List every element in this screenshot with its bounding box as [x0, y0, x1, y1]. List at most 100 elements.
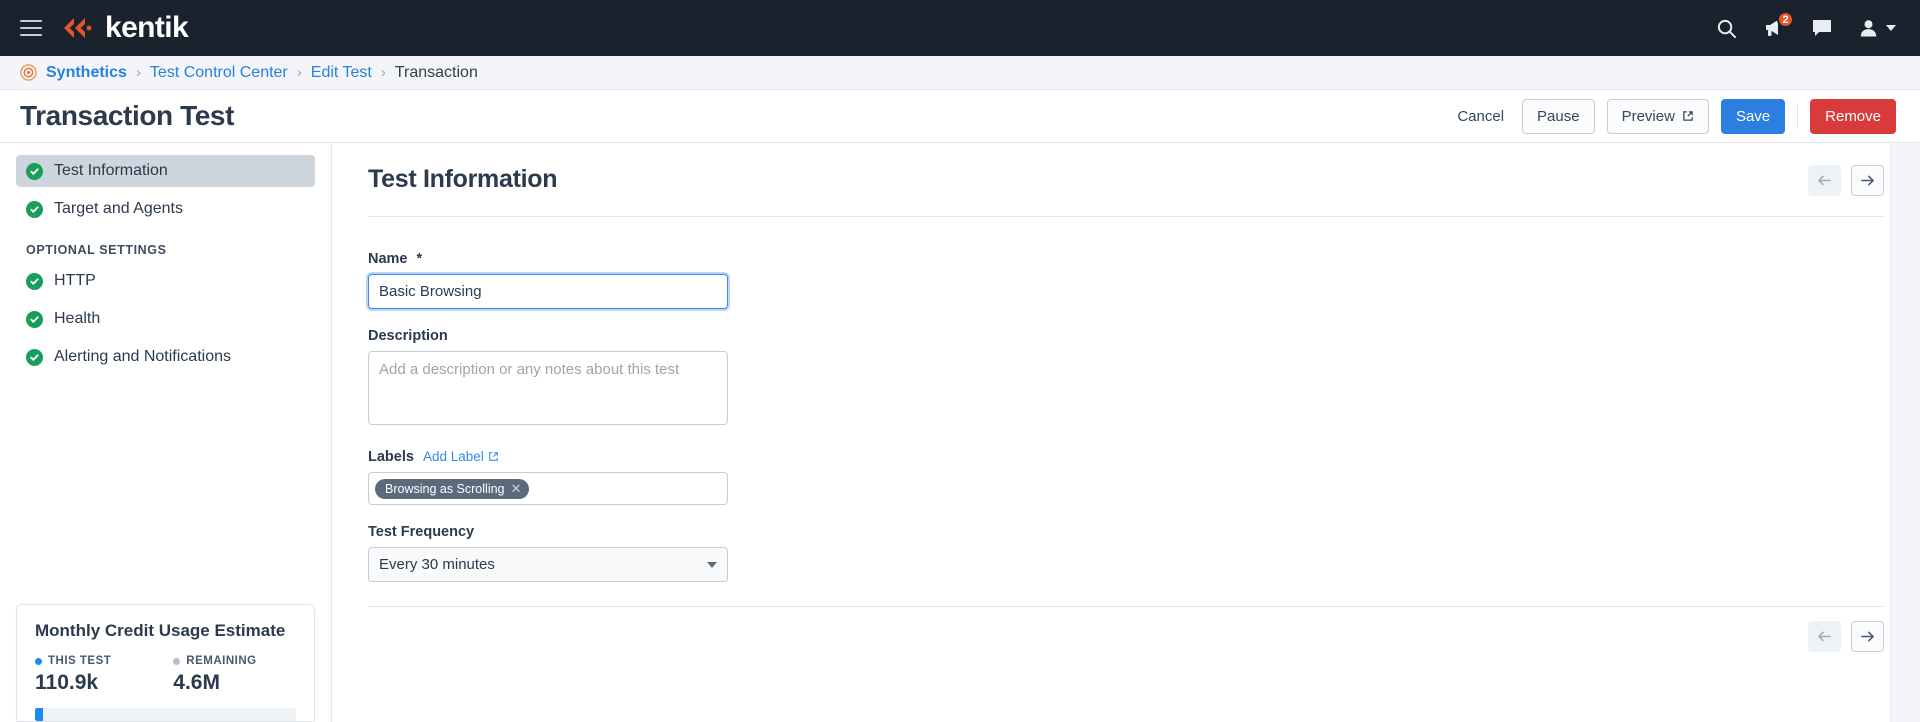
sidebar-item-label: Health — [54, 310, 101, 327]
breadcrumb-item-transaction: Transaction — [394, 63, 478, 81]
chevron-down-icon — [1886, 25, 1896, 31]
remaining-color-dot — [173, 657, 181, 665]
section-nav-arrows-bottom — [332, 607, 1920, 652]
cancel-button[interactable]: Cancel — [1451, 100, 1510, 133]
credit-stat-remaining-label: REMAINING — [186, 655, 257, 667]
breadcrumb-separator: › — [296, 64, 302, 81]
name-input[interactable] — [368, 274, 728, 309]
remove-label-icon[interactable]: ✕ — [511, 482, 522, 495]
sidebar-item-http[interactable]: HTTP — [16, 265, 315, 297]
section-title: Test Information — [368, 165, 558, 193]
credit-stat-this-test-label-row: THIS TEST — [35, 655, 111, 667]
search-icon[interactable] — [1716, 18, 1737, 39]
test-frequency-label-text: Test Frequency — [368, 524, 475, 540]
field-description: Description — [368, 328, 728, 430]
save-button[interactable]: Save — [1720, 98, 1786, 134]
test-frequency-select-wrapper: Every 30 minutes — [368, 547, 728, 582]
credit-stat-this-test-value: 110.9k — [35, 671, 99, 694]
preview-button-label: Preview — [1621, 107, 1675, 125]
description-label-text: Description — [368, 328, 448, 344]
credit-card-title: Monthly Credit Usage Estimate — [35, 621, 286, 640]
label-tag: Browsing as Scrolling ✕ — [375, 478, 530, 499]
external-link-icon — [488, 452, 498, 461]
check-circle-icon — [26, 310, 43, 328]
credit-stat-remaining: REMAINING 4.6M — [173, 655, 256, 695]
test-information-form: Name * Description Labels Add Label — [368, 217, 728, 582]
brand-name: kentik — [105, 11, 189, 44]
section-nav-arrows-top — [1808, 165, 1884, 196]
description-textarea[interactable] — [368, 351, 728, 425]
page-title: Transaction Test — [20, 100, 235, 131]
label-tag-text: Browsing as Scrolling — [385, 481, 505, 496]
sidebar-item-health[interactable]: Health — [16, 303, 315, 335]
sidebar-item-test-information[interactable]: Test Information — [16, 155, 315, 187]
next-section-button-bottom[interactable] — [1851, 621, 1884, 652]
breadcrumb-item-synthetics[interactable]: Synthetics — [46, 64, 127, 82]
sidebar-item-alerting-and-notifications[interactable]: Alerting and Notifications — [16, 341, 315, 373]
labels-label: Labels Add Label — [368, 449, 728, 465]
sidebar-item-target-and-agents[interactable]: Target and Agents — [16, 193, 315, 225]
breadcrumb-separator: › — [135, 64, 141, 81]
field-name: Name * — [368, 251, 728, 309]
field-labels: Labels Add Label Browsing as Scrolling ✕ — [368, 449, 728, 505]
breadcrumb-separator: › — [380, 64, 386, 81]
labels-label-text: Labels — [368, 449, 414, 465]
hamburger-icon[interactable] — [20, 20, 42, 36]
external-link-icon — [1683, 111, 1693, 121]
next-section-button[interactable] — [1851, 165, 1884, 196]
check-circle-icon — [26, 200, 43, 218]
user-avatar-icon — [1860, 20, 1877, 37]
breadcrumb: Synthetics › Test Control Center › Edit … — [0, 56, 1920, 90]
name-label: Name * — [368, 251, 728, 267]
right-rail — [1890, 143, 1920, 722]
preview-button[interactable]: Preview — [1606, 98, 1709, 134]
pause-button[interactable]: Pause — [1522, 98, 1595, 134]
user-menu[interactable] — [1859, 18, 1896, 38]
section-test-information: Test Information Name * Basic Browsing D… — [332, 143, 1920, 582]
main-content: Test Information Name * Basic Browsing D… — [332, 143, 1920, 722]
check-circle-icon — [26, 162, 43, 180]
remove-button[interactable]: Remove — [1810, 98, 1896, 134]
required-mark: * — [416, 251, 423, 267]
top-navigation-bar: kentik 2 — [0, 0, 1920, 56]
check-circle-icon — [26, 348, 43, 366]
add-label-link-text: Add Label — [422, 449, 484, 464]
synthetics-icon — [20, 64, 37, 81]
test-frequency-label: Test Frequency — [368, 524, 728, 540]
test-frequency-select[interactable]: Every 30 minutes — [368, 547, 728, 582]
sidebar-group-title-optional-settings: OPTIONAL SETTINGS — [26, 243, 167, 257]
megaphone-icon[interactable]: 2 — [1763, 11, 1794, 38]
check-circle-icon — [26, 272, 43, 290]
sidebar-item-label: HTTP — [54, 272, 96, 289]
kentik-logo[interactable]: kentik — [62, 11, 189, 44]
kentik-logo-mark — [64, 18, 92, 38]
sidebar-item-label: Alerting and Notifications — [54, 348, 231, 365]
breadcrumb-item-edit-test[interactable]: Edit Test — [311, 64, 372, 82]
previous-section-button[interactable] — [1808, 165, 1841, 196]
topbar-actions: 2 — [1716, 11, 1896, 39]
labels-input[interactable]: Browsing as Scrolling ✕ — [368, 472, 728, 505]
action-divider — [1797, 103, 1799, 129]
chat-icon[interactable] — [1811, 18, 1833, 38]
description-label: Description — [368, 328, 728, 344]
sidebar-item-label: Target and Agents — [54, 200, 183, 217]
credit-stat-remaining-value: 4.6M — [173, 671, 220, 694]
breadcrumb-item-test-control-center[interactable]: Test Control Center — [150, 64, 288, 82]
sidebar-item-label: Test Information — [54, 162, 168, 179]
monthly-credit-usage-card: Monthly Credit Usage Estimate THIS TEST … — [16, 604, 315, 722]
notification-badge: 2 — [1777, 11, 1794, 28]
credit-card-stats: THIS TEST 110.9k REMAINING 4.6M — [35, 655, 296, 695]
name-label-text: Name — [368, 251, 408, 267]
credit-stat-remaining-label-row: REMAINING — [173, 655, 256, 667]
this-test-color-dot — [35, 657, 42, 665]
settings-sidebar: Test Information Target and Agents OPTIO… — [0, 143, 332, 722]
page-body: Test Information Target and Agents OPTIO… — [0, 143, 1920, 722]
credit-stat-this-test: THIS TEST 110.9k — [35, 655, 111, 695]
page-header: Transaction Test Cancel Pause Preview Sa… — [0, 90, 1920, 143]
section-header: Test Information — [368, 165, 1884, 196]
credit-usage-progress-bar — [35, 708, 296, 721]
credit-usage-progress-fill — [35, 708, 43, 721]
add-label-link[interactable]: Add Label — [423, 449, 499, 464]
credit-stat-this-test-label: THIS TEST — [48, 655, 112, 667]
previous-section-button-bottom[interactable] — [1808, 621, 1841, 652]
